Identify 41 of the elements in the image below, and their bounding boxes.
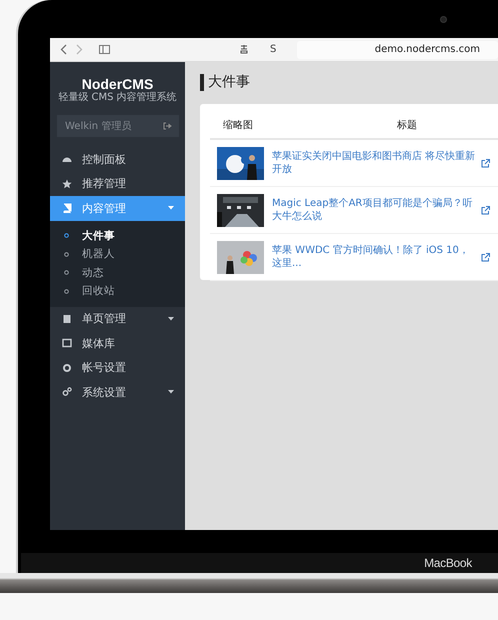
document-icon xyxy=(62,314,72,324)
device-label: MacBook xyxy=(424,556,472,570)
address-field[interactable]: demo.nodercms.com xyxy=(297,40,498,58)
submenu-item[interactable]: 机器人 xyxy=(50,245,185,264)
menu-item[interactable]: 媒体库 xyxy=(50,331,185,356)
page-title: 大件事 xyxy=(200,74,498,91)
gears-icon xyxy=(62,387,72,398)
logout-icon[interactable] xyxy=(163,122,172,130)
menu-item[interactable]: 单页管理 xyxy=(50,306,185,331)
sidebar-icon[interactable] xyxy=(99,45,110,54)
article-link[interactable]: Magic Leap整个AR项目都可能是个骗局？听大牛怎么说 xyxy=(272,197,478,223)
image-icon xyxy=(62,338,72,348)
caret-icon xyxy=(168,390,174,394)
extension-icon[interactable] xyxy=(240,45,248,54)
article-link[interactable]: 苹果证实关闭中国电影和图书商店 将尽快重新开放 xyxy=(272,150,478,176)
menu-item[interactable]: 推荐管理 xyxy=(50,172,185,196)
menu-item[interactable]: 帐号设置 xyxy=(50,356,185,380)
circle-icon xyxy=(64,252,69,257)
external-link-icon[interactable] xyxy=(481,206,490,214)
submenu-item[interactable]: 动态 xyxy=(50,264,185,282)
camera-icon xyxy=(440,16,447,23)
caret-icon xyxy=(168,316,174,321)
circle-icon xyxy=(64,233,69,238)
menu-item[interactable]: 控制面板 xyxy=(50,147,185,172)
circle-icon xyxy=(64,288,69,294)
caret-icon xyxy=(168,206,174,210)
column-header: 缩略图 xyxy=(222,118,254,132)
circle-icon xyxy=(64,270,69,276)
external-link-icon[interactable] xyxy=(481,158,490,168)
tagline: 轻量级 CMS 内容管理系统 xyxy=(57,92,178,104)
submenu-item[interactable]: 大件事 xyxy=(50,226,185,245)
external-link-icon[interactable] xyxy=(481,252,490,262)
extension-button[interactable]: S xyxy=(267,44,280,55)
article-link[interactable]: 苹果 WWDC 官方时间确认！除了 iOS 10，这里... xyxy=(272,244,478,270)
column-header: 标题 xyxy=(396,118,418,132)
logo: NoderCMS xyxy=(80,76,154,92)
menu-item[interactable]: 系统设置 xyxy=(50,380,185,404)
settings-icon xyxy=(62,362,72,373)
submenu-item[interactable]: 回收站 xyxy=(50,282,185,300)
star-icon xyxy=(62,178,72,189)
back-icon[interactable] xyxy=(60,44,67,55)
